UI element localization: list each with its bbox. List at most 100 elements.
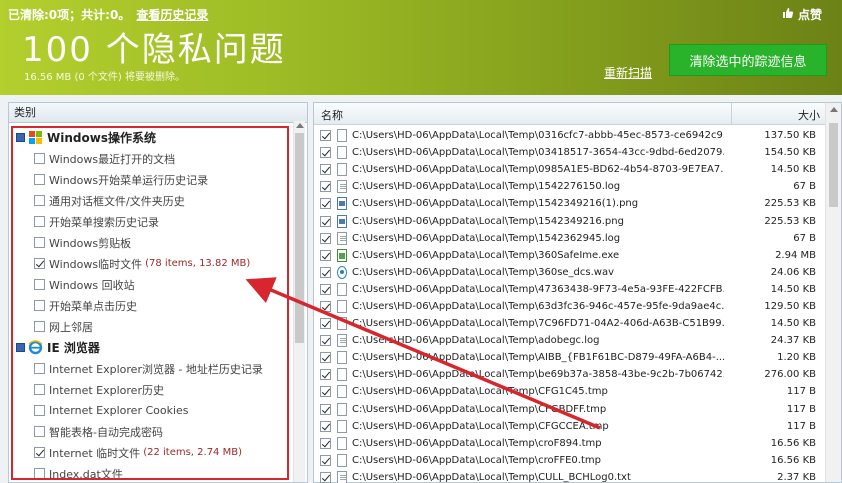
column-name-header[interactable]: 名称 [321,107,343,123]
file-row[interactable]: C:\Users\HD-06\AppData\Local\Temp\154234… [314,212,826,229]
clean-selected-button[interactable]: 清除选中的踪迹信息 [669,44,827,76]
file-row[interactable]: C:\Users\HD-06\AppData\Local\Temp\360se_… [314,264,826,281]
file-path: C:\Users\HD-06\AppData\Local\Temp\CULL_B… [352,471,631,483]
category-item[interactable]: Internet Explorer历史 [12,379,294,400]
file-checkbox[interactable] [320,471,331,483]
file-checkbox[interactable] [320,198,331,210]
file-row[interactable]: C:\Users\HD-06\AppData\Local\Temp\154227… [314,178,826,195]
category-item-label: Windows剪贴板 [49,236,132,250]
file-checkbox[interactable] [320,130,331,142]
category-item[interactable]: Windows 回收站 [12,274,294,295]
file-row[interactable]: C:\Users\HD-06\AppData\Local\Temp\CFGCCE… [314,418,826,435]
file-icon [337,419,347,433]
category-checkbox[interactable] [34,216,45,227]
scrollbar-thumb[interactable] [295,133,304,343]
file-row[interactable]: C:\Users\HD-06\AppData\Local\Temp\adobeg… [314,332,826,349]
file-checkbox[interactable] [320,147,331,159]
category-item[interactable]: Windows最近打开的文档 [12,148,294,169]
category-item[interactable]: Windows临时文件 (78 items, 13.82 MB) [12,253,294,274]
category-checkbox[interactable] [34,279,45,290]
file-list-scrollbar[interactable] [825,103,841,482]
category-scrollbar[interactable] [293,121,305,482]
file-row[interactable]: C:\Users\HD-06\AppData\Local\Temp\CFG1C4… [314,383,826,400]
category-group[interactable]: IE 浏览器 [12,337,294,358]
file-checkbox[interactable] [320,232,331,244]
file-checkbox[interactable] [320,437,331,449]
file-row[interactable]: C:\Users\HD-06\AppData\Local\Temp\CFGBDF… [314,401,826,418]
view-history-link[interactable]: 查看历史记录 [136,8,208,22]
category-item[interactable]: 开始菜单搜索历史记录 [12,211,294,232]
category-item[interactable]: Windows开始菜单运行历史记录 [12,169,294,190]
category-group-label: Windows操作系统 [47,131,156,145]
file-row[interactable]: C:\Users\HD-06\AppData\Local\Temp\154234… [314,195,826,212]
file-checkbox[interactable] [320,318,331,330]
column-separator[interactable] [731,103,732,125]
file-checkbox[interactable] [320,283,331,295]
category-checkbox[interactable] [34,195,45,206]
file-checkbox[interactable] [320,420,331,432]
file-row[interactable]: C:\Users\HD-06\AppData\Local\Temp\croF89… [314,435,826,452]
file-size: 67 B [793,181,816,193]
file-row[interactable]: C:\Users\HD-06\AppData\Local\Temp\croFFE… [314,452,826,469]
category-item[interactable]: Index.dat文件 [12,463,294,483]
category-item-label: Windows 回收站 [49,278,135,292]
category-item[interactable]: 网上邻居 [12,316,294,337]
category-checkbox[interactable] [34,363,45,374]
scrollbar-thumb[interactable] [829,123,838,207]
file-checkbox[interactable] [320,369,331,381]
file-row[interactable]: C:\Users\HD-06\AppData\Local\Temp\be69b3… [314,366,826,383]
file-row[interactable]: C:\Users\HD-06\AppData\Local\Temp\360Saf… [314,247,826,264]
scroll-up-arrow-icon[interactable] [296,123,304,128]
file-checkbox[interactable] [320,335,331,347]
file-row[interactable]: C:\Users\HD-06\AppData\Local\Temp\0316cf… [314,127,826,144]
category-item[interactable]: Windows剪贴板 [12,232,294,253]
category-checkbox[interactable] [34,321,45,332]
file-row[interactable]: C:\Users\HD-06\AppData\Local\Temp\7C96FD… [314,315,826,332]
file-checkbox[interactable] [320,454,331,466]
category-checkbox[interactable] [34,300,45,311]
category-item[interactable]: Internet 临时文件 (22 items, 2.74 MB) [12,442,294,463]
file-path: C:\Users\HD-06\AppData\Local\Temp\croFFE… [352,454,601,466]
file-checkbox[interactable] [320,266,331,278]
file-icon [337,197,347,211]
category-item[interactable]: 智能表格-自动完成密码 [12,421,294,442]
file-row[interactable]: C:\Users\HD-06\AppData\Local\Temp\0985A1… [314,161,826,178]
scroll-up-arrow-icon[interactable] [830,107,838,112]
category-checkbox[interactable] [34,447,45,458]
file-row[interactable]: C:\Users\HD-06\AppData\Local\Temp\034185… [314,144,826,161]
group-checkbox[interactable] [16,133,25,142]
file-checkbox[interactable] [320,249,331,261]
category-checkbox[interactable] [34,174,45,185]
category-checkbox[interactable] [34,237,45,248]
category-item[interactable]: Internet Explorer浏览器 - 地址栏历史记录 [12,358,294,379]
category-item-label: Windows开始菜单运行历史记录 [49,173,209,187]
category-checkbox[interactable] [34,258,45,269]
category-checkbox[interactable] [34,153,45,164]
category-checkbox[interactable] [34,384,45,395]
like-button[interactable]: 点赞 [782,6,822,23]
file-row[interactable]: C:\Users\HD-06\AppData\Local\Temp\AIBB_{… [314,349,826,366]
file-row[interactable]: C:\Users\HD-06\AppData\Local\Temp\154236… [314,230,826,247]
file-checkbox[interactable] [320,300,331,312]
category-checkbox[interactable] [34,405,45,416]
file-checkbox[interactable] [320,164,331,176]
category-item[interactable]: 通用对话框文件/文件夹历史 [12,190,294,211]
file-checkbox[interactable] [320,352,331,364]
file-checkbox[interactable] [320,403,331,415]
column-size-header[interactable]: 大小 [798,107,820,123]
rescan-link[interactable]: 重新扫描 [604,64,652,81]
file-checkbox[interactable] [320,386,331,398]
file-checkbox[interactable] [320,215,331,227]
file-row[interactable]: C:\Users\HD-06\AppData\Local\Temp\CULL_B… [314,469,826,483]
category-item[interactable]: Internet Explorer Cookies [12,400,294,421]
category-checkbox[interactable] [34,426,45,437]
file-checkbox[interactable] [320,181,331,193]
file-row[interactable]: C:\Users\HD-06\AppData\Local\Temp\63d3fc… [314,298,826,315]
header-banner: 已清除:0项；共计:0。 查看历史记录 100 个隐私问题 16.56 MB (0… [0,0,842,95]
file-row[interactable]: C:\Users\HD-06\AppData\Local\Temp\473634… [314,281,826,298]
group-checkbox[interactable] [16,343,25,352]
category-item-label: Index.dat文件 [49,467,123,481]
category-item[interactable]: 开始菜单点击历史 [12,295,294,316]
category-checkbox[interactable] [34,468,45,479]
category-group[interactable]: Windows操作系统 [12,127,294,148]
